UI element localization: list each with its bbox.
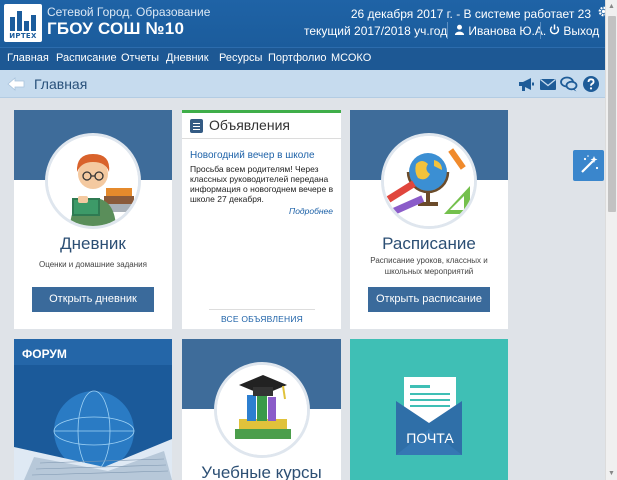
open-diary-button[interactable]: Открыть дневник (32, 287, 154, 312)
mail-title: ПОЧТА (406, 430, 454, 446)
back-arrow-icon[interactable] (7, 76, 25, 92)
list-icon (190, 119, 203, 133)
news-item-text: Просьба всем родителям! Через классных р… (190, 164, 334, 204)
magic-wand-icon[interactable] (573, 150, 604, 181)
scroll-down-arrow-icon[interactable]: ▼ (608, 470, 615, 477)
envelope-letter-icon (396, 377, 462, 455)
logo-icon[interactable]: ИРТЕХ (4, 4, 42, 42)
schedule-title: Расписание (382, 234, 476, 253)
nav-item-schedule[interactable]: Расписание (56, 52, 117, 64)
all-announcements-link[interactable]: ВСЕ ОБЪЯВЛЕНИЯ (209, 309, 315, 324)
school-supplies-illustration (381, 133, 477, 229)
main-nav: Главная Расписание Отчеты Дневник Ресурс… (0, 47, 617, 70)
power-icon (548, 24, 560, 38)
user-icon (453, 24, 465, 38)
envelope-icon[interactable] (539, 75, 557, 93)
nav-item-home[interactable]: Главная (7, 52, 49, 64)
scroll-thumb[interactable] (608, 16, 616, 212)
logout-label: Выход (563, 24, 600, 38)
chat-icon[interactable] (560, 75, 578, 93)
user-profile-button[interactable]: Иванова Ю.А. (453, 24, 546, 38)
forum-title: ФОРУМ (22, 347, 67, 361)
megaphone-icon[interactable] (517, 75, 535, 93)
announcements-header: Объявления (182, 110, 341, 139)
nav-item-msoko[interactable]: МСОКО (331, 52, 371, 64)
nav-item-diary[interactable]: Дневник (166, 52, 209, 64)
page-scrollbar[interactable]: ▲ ▼ (605, 0, 617, 480)
scroll-up-arrow-icon[interactable]: ▲ (608, 3, 615, 10)
page-titlebar: Главная (0, 70, 605, 98)
nav-item-reports[interactable]: Отчеты (121, 52, 159, 64)
nav-item-resources[interactable]: Ресурсы (219, 52, 262, 64)
logout-button[interactable]: Выход (548, 24, 599, 38)
diary-subtitle: Оценки и домашние задания (39, 260, 147, 269)
system-status: 26 декабря 2017 г. - В системе работает … (350, 7, 591, 21)
forum-card[interactable]: ФОРУМ (14, 339, 172, 480)
announcements-title: Объявления (209, 117, 290, 133)
school-name: ГБОУ СОШ №10 (47, 19, 185, 38)
user-name: Иванова Ю.А. (468, 24, 547, 38)
open-schedule-button[interactable]: Открыть расписание (368, 287, 490, 312)
schedule-subtitle: Расписание уроков, классных и школьных м… (370, 256, 488, 276)
page-title: Главная (34, 76, 88, 92)
nav-item-portfolio[interactable]: Портфолио (268, 52, 327, 64)
diary-title: Дневник (60, 234, 126, 253)
header-divider (447, 22, 448, 39)
announcements-card: Объявления Новогодний вечер в школе Прос… (182, 110, 341, 329)
courses-card: Учебные курсы (182, 339, 341, 480)
courses-title: Учебные курсы (201, 463, 322, 480)
app-name: Сетевой Город. Образование (47, 5, 211, 19)
diary-card: Дневник Оценки и домашние задания Открыт… (14, 110, 172, 329)
mail-card[interactable]: ПОЧТА (350, 339, 508, 480)
logo-text: ИРТЕХ (9, 32, 37, 40)
read-more-link[interactable]: Подробнее (289, 206, 333, 216)
student-reading-illustration (45, 133, 141, 229)
news-item-title[interactable]: Новогодний вечер в школе (190, 150, 315, 161)
school-year-selector[interactable]: текущий 2017/2018 уч.год (304, 24, 447, 38)
help-icon[interactable] (582, 75, 600, 93)
header-divider (540, 22, 541, 39)
books-cap-illustration (214, 362, 310, 458)
app-header: ИРТЕХ Сетевой Город. Образование ГБОУ СО… (0, 0, 617, 47)
schedule-card: Расписание Расписание уроков, классных и… (350, 110, 508, 329)
